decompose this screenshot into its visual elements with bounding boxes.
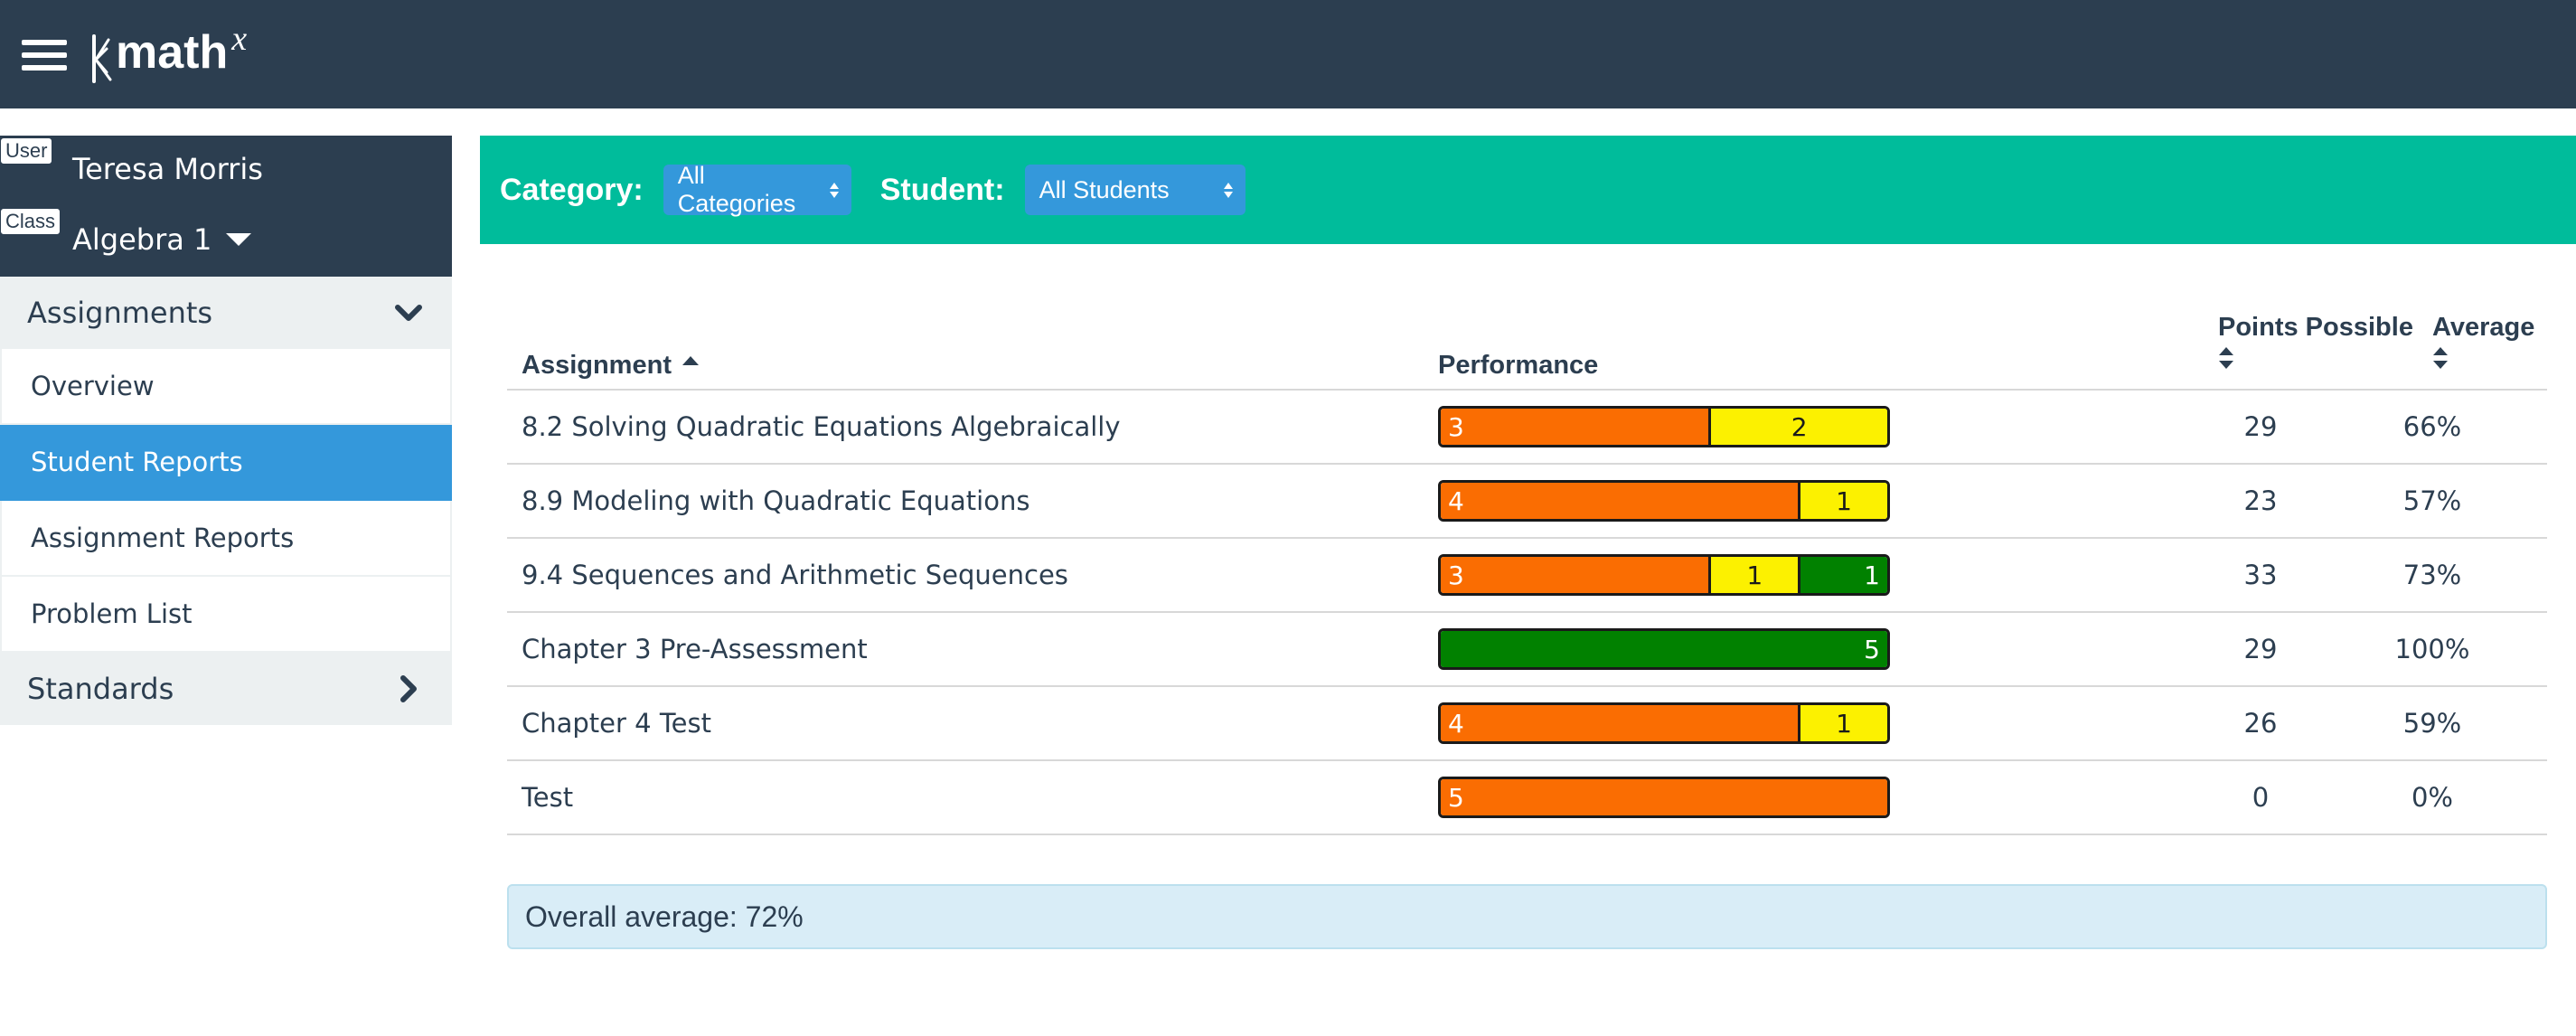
table-row[interactable]: Chapter 3 Pre-Assessment 5 29 100% [507,613,2547,687]
assignment-name[interactable]: Chapter 4 Test [522,687,711,759]
category-value: All Categories [677,162,796,217]
performance-cell: 311 [1438,539,1890,611]
hamburger-menu-icon[interactable] [22,40,67,74]
average: 73% [2402,560,2462,590]
performance-segment-orange: 3 [1441,557,1709,593]
table-body: 8.2 Solving Quadratic Equations Algebrai… [507,391,2547,835]
filter-bar: Category: All Categories Student: All St… [480,136,2576,244]
sidebar-section-assignments[interactable]: Assignments [0,277,452,349]
select-arrows-icon [1223,182,1233,198]
table-row[interactable]: 8.2 Solving Quadratic Equations Algebrai… [507,391,2547,465]
performance-segment-orange: 3 [1441,409,1709,445]
average: 0% [2411,782,2453,813]
average: 100% [2394,634,2470,664]
performance-cell: 41 [1438,465,1890,537]
average: 66% [2402,411,2462,442]
sidebar-item-assignment-reports[interactable]: Assignment Reports [0,501,452,577]
performance-segment-yellow: 1 [1708,557,1799,593]
average: 57% [2402,485,2462,516]
select-arrows-icon [829,182,839,198]
points-possible: 29 [2243,411,2278,442]
sort-icon [2433,347,2448,369]
section-label: Assignments [27,296,213,330]
performance-segment-green: 5 [1441,631,1887,667]
sidebar: User Teresa Morris Class Algebra 1 Assig… [0,136,452,725]
logo-text: math [116,26,229,79]
points-possible: 33 [2243,560,2278,590]
header-assignment[interactable]: Assignment [522,351,699,381]
performance-segment-orange: 4 [1441,705,1799,741]
sort-ascending-icon [682,356,699,365]
performance-cell: 5 [1438,613,1890,685]
category-label: Category: [500,172,644,207]
average: 59% [2402,708,2462,739]
table-header: Assignment Performance Points Possible A… [507,307,2547,391]
assignment-name[interactable]: 8.2 Solving Quadratic Equations Algebrai… [522,391,1121,463]
performance-bar: 41 [1438,702,1890,744]
performance-cell: 5 [1438,761,1890,834]
sidebar-item-student-reports[interactable]: Student Reports [0,425,452,501]
sidebar-item-overview[interactable]: Overview [0,349,452,425]
chevron-right-icon [400,675,417,702]
sidebar-section-standards[interactable]: Standards [0,653,452,725]
logo-superscript: x [231,20,248,58]
user-tag: User [0,137,53,165]
header-points-possible[interactable]: Points Possible [2218,313,2413,370]
table-row[interactable]: 9.4 Sequences and Arithmetic Sequences 3 1… [507,539,2547,613]
mathx-logo[interactable]: math x [87,20,248,83]
performance-bar: 5 [1438,777,1890,818]
caret-down-icon [226,233,252,246]
overall-average: Overall average: 72% [507,884,2547,949]
sidebar-item-problem-list[interactable]: Problem List [0,577,452,653]
table-row[interactable]: Chapter 4 Test 4 1 26 59% [507,687,2547,761]
points-possible: 0 [2252,782,2270,813]
points-possible: 26 [2243,708,2278,739]
class-tag: Class [0,208,61,235]
performance-cell: 32 [1438,391,1890,463]
points-possible: 23 [2243,485,2278,516]
performance-segment-green: 1 [1798,557,1887,593]
section-label: Standards [27,672,174,706]
performance-segment-orange: 5 [1441,779,1887,815]
assignment-name[interactable]: 9.4 Sequences and Arithmetic Sequences [522,539,1068,611]
assignment-name[interactable]: Test [522,761,573,834]
class-selector[interactable]: Algebra 1 [72,222,252,257]
student-label: Student: [879,172,1005,207]
performance-bar: 5 [1438,628,1890,670]
header-performance: Performance [1438,351,1599,380]
performance-bar: 41 [1438,480,1890,522]
performance-segment-yellow: 1 [1798,705,1887,741]
user-name: Teresa Morris [72,152,263,186]
logo-mark-icon [92,34,112,83]
performance-segment-yellow: 1 [1798,483,1887,519]
table-row[interactable]: Test 5 0 0% [507,761,2547,835]
chevron-down-icon [395,305,422,321]
assignments-table: Assignment Performance Points Possible A… [507,307,2547,835]
sort-icon [2219,347,2233,369]
performance-bar: 32 [1438,406,1890,447]
points-possible: 29 [2243,634,2278,664]
performance-cell: 41 [1438,687,1890,759]
header-average[interactable]: Average [2432,313,2534,370]
assignment-name[interactable]: Chapter 3 Pre-Assessment [522,613,868,685]
top-navbar: math x [0,0,2576,108]
category-select[interactable]: All Categories [663,162,851,217]
performance-segment-yellow: 2 [1708,409,1887,445]
assignment-name[interactable]: 8.9 Modeling with Quadratic Equations [522,465,1029,537]
table-row[interactable]: 8.9 Modeling with Quadratic Equations 4 1 2… [507,465,2547,539]
class-name: Algebra 1 [72,222,212,257]
performance-bar: 311 [1438,554,1890,596]
student-select[interactable]: All Students [1024,165,1246,215]
user-class-panel: User Teresa Morris Class Algebra 1 [0,136,452,277]
performance-segment-orange: 4 [1441,483,1799,519]
student-value: All Students [1039,175,1170,203]
